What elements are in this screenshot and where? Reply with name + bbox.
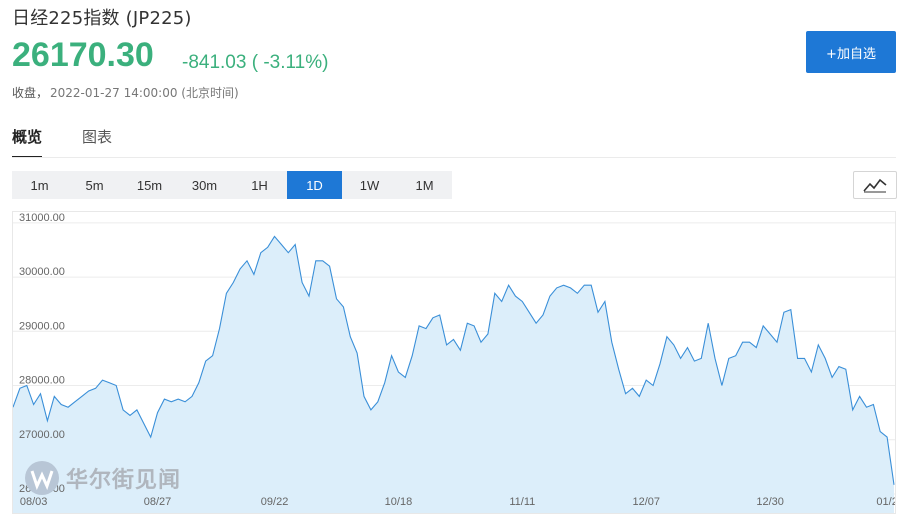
tab-divider: [12, 157, 896, 158]
period-5m[interactable]: 5m: [67, 171, 122, 199]
period-1d[interactable]: 1D: [287, 171, 342, 199]
x-tick-label: 09/22: [261, 496, 289, 508]
wallstreetcn-logo-icon: [25, 461, 59, 495]
price-change: -841.03 ( -3.11%): [182, 52, 329, 73]
y-tick-label: 31000.00: [19, 212, 65, 224]
period-1h[interactable]: 1H: [232, 171, 287, 199]
tab-bar: 概览 图表: [12, 126, 152, 158]
y-tick-label: 30000.00: [19, 266, 65, 278]
period-1w[interactable]: 1W: [342, 171, 397, 199]
line-chart-icon: [863, 178, 887, 193]
period-1m[interactable]: 1m: [12, 171, 67, 199]
watermark-text: 华尔街见闻: [66, 467, 182, 493]
x-tick-label: 08/03: [20, 496, 48, 508]
x-tick-label: 08/27: [144, 496, 172, 508]
status-label: 收盘，: [12, 86, 49, 100]
chart-type-toggle[interactable]: [853, 171, 897, 199]
y-tick-label: 27000.00: [19, 429, 65, 441]
x-tick-label: 12/07: [632, 496, 660, 508]
current-price: 26170.30: [12, 36, 154, 74]
tab-overview[interactable]: 概览: [12, 126, 43, 158]
instrument-title: 日经225指数 (JP225): [12, 8, 192, 29]
x-tick-label: 10/18: [385, 496, 413, 508]
period-selector: 1m 5m 15m 30m 1H 1D 1W 1M: [12, 171, 452, 199]
period-1mo[interactable]: 1M: [397, 171, 452, 199]
tab-chart[interactable]: 图表: [82, 126, 112, 158]
y-tick-label: 28000.00: [19, 375, 65, 387]
x-tick-label: 11/11: [509, 496, 535, 508]
watermark: 华尔街见闻: [24, 460, 181, 496]
period-15m[interactable]: 15m: [122, 171, 177, 199]
timestamp: 2022-01-27 14:00:00 (北京时间): [50, 86, 239, 100]
x-tick-label: 01/2: [876, 496, 896, 508]
add-to-watchlist-button[interactable]: +加自选: [806, 31, 896, 73]
x-tick-label: 12/30: [756, 496, 784, 508]
market-status: 收盘， 2022-01-27 14:00:00 (北京时间): [12, 84, 239, 101]
period-30m[interactable]: 30m: [177, 171, 232, 199]
y-tick-label: 29000.00: [19, 320, 65, 332]
